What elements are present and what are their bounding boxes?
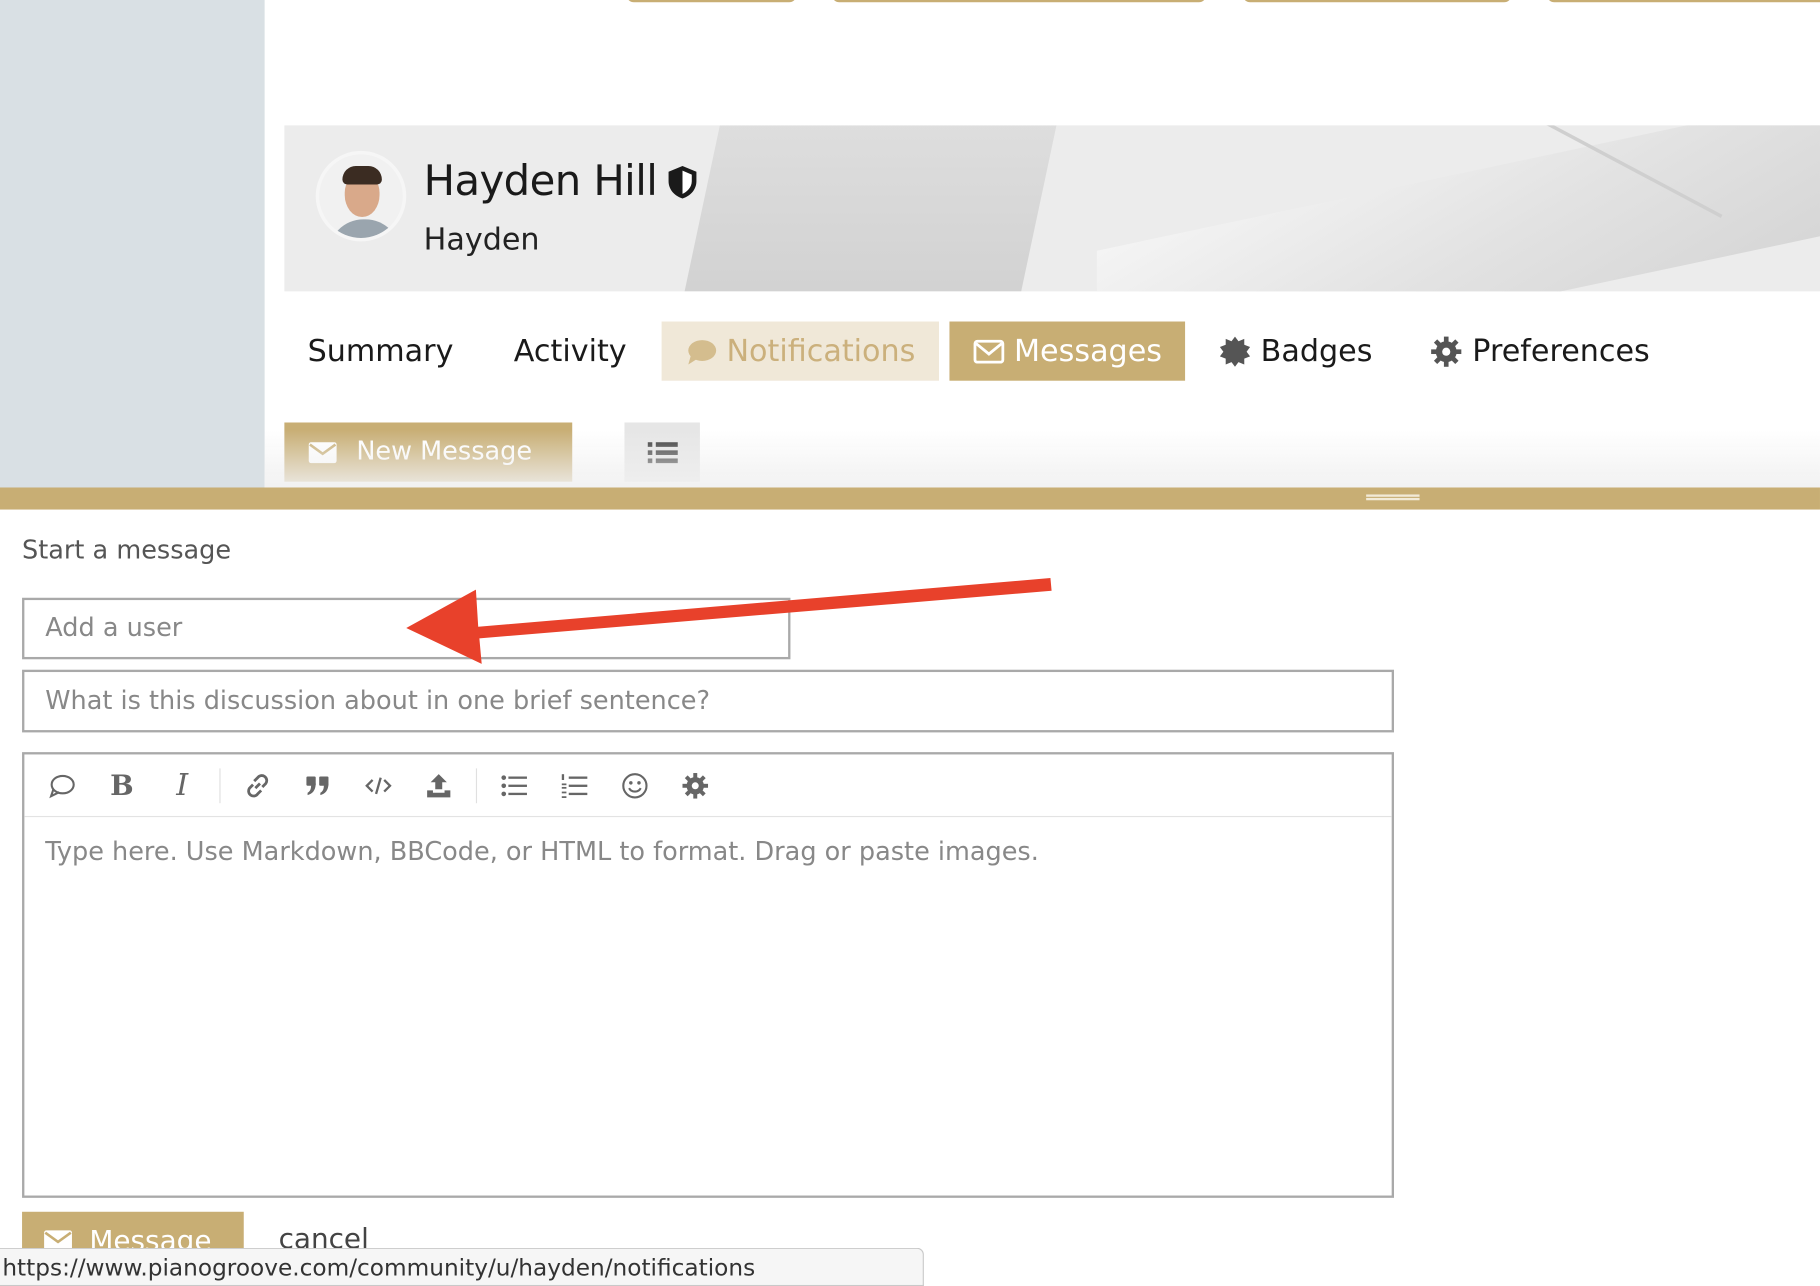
code-icon[interactable] — [355, 762, 401, 808]
toolbar-divider — [219, 767, 221, 803]
tab-summary-label: Summary — [307, 333, 454, 369]
add-user-input[interactable] — [45, 614, 789, 644]
top-tab-1[interactable] — [626, 0, 797, 3]
new-message-button[interactable]: New Message — [284, 422, 573, 482]
numbered-list-icon[interactable] — [551, 762, 597, 808]
new-message-label: New Message — [356, 437, 533, 467]
italic-icon[interactable]: I — [159, 762, 205, 808]
upload-icon[interactable] — [416, 762, 462, 808]
tab-notifications[interactable]: Notifications — [661, 321, 939, 381]
composer-resize-grip[interactable] — [0, 487, 1820, 510]
message-editor[interactable]: B I Type here. Use Markdown, BBCode, or … — [22, 752, 1395, 1198]
envelope-icon — [308, 441, 337, 463]
avatar-hair — [342, 165, 382, 185]
link-icon[interactable] — [234, 762, 280, 808]
left-rail — [0, 0, 265, 488]
tab-notifications-label: Notifications — [726, 333, 916, 369]
topic-title-field[interactable] — [22, 669, 1395, 733]
avatar[interactable] — [315, 150, 407, 242]
envelope-icon — [973, 339, 1004, 363]
top-tab-2[interactable] — [832, 0, 1206, 3]
avatar-shirt — [328, 219, 401, 238]
shield-icon — [668, 165, 697, 198]
top-tab-4[interactable] — [1547, 0, 1820, 3]
profile-name: Hayden Hill — [423, 157, 699, 206]
tab-preferences-label: Preferences — [1472, 333, 1650, 369]
profile-full-name: Hayden Hill — [423, 157, 658, 206]
top-tab-3[interactable] — [1243, 0, 1512, 3]
options-gear-icon[interactable] — [672, 762, 718, 808]
editor-placeholder[interactable]: Type here. Use Markdown, BBCode, or HTML… — [45, 838, 1039, 867]
profile-nav: Summary Activity Notifications Messages … — [284, 321, 1673, 381]
browser-status-bar: https://www.pianogroove.com/community/u/… — [0, 1247, 924, 1286]
banner-figure — [684, 125, 1057, 292]
status-url: https://www.pianogroove.com/community/u/… — [2, 1252, 756, 1281]
badge-icon — [1220, 336, 1251, 367]
bold-icon[interactable]: B — [99, 762, 145, 808]
emoji-icon[interactable] — [612, 762, 658, 808]
quote-bubble-icon[interactable] — [38, 762, 84, 808]
tab-badges-label: Badges — [1260, 333, 1373, 369]
add-user-field[interactable] — [22, 597, 791, 660]
grip-handle-icon[interactable] — [1366, 494, 1420, 501]
tab-badges[interactable]: Badges — [1196, 322, 1396, 381]
topic-title-input[interactable] — [45, 686, 1392, 716]
bullet-list-icon[interactable] — [491, 762, 537, 808]
tab-messages-label: Messages — [1014, 333, 1163, 369]
gear-icon — [1431, 336, 1462, 367]
tab-activity[interactable]: Activity — [491, 322, 650, 381]
profile-banner: Hayden Hill Hayden — [284, 125, 1820, 292]
blockquote-icon[interactable] — [295, 762, 341, 808]
editor-toolbar: B I — [24, 754, 1392, 818]
composer-title: Start a message — [22, 536, 232, 566]
list-icon — [647, 441, 678, 463]
tab-preferences[interactable]: Preferences — [1407, 322, 1673, 381]
profile-username: Hayden — [423, 222, 540, 258]
message-list-toggle-button[interactable] — [624, 422, 700, 482]
speech-bubble-icon — [688, 339, 717, 364]
tab-summary[interactable]: Summary — [284, 322, 476, 381]
tab-messages[interactable]: Messages — [949, 321, 1186, 381]
tab-activity-label: Activity — [513, 333, 627, 369]
toolbar-divider — [475, 767, 478, 803]
